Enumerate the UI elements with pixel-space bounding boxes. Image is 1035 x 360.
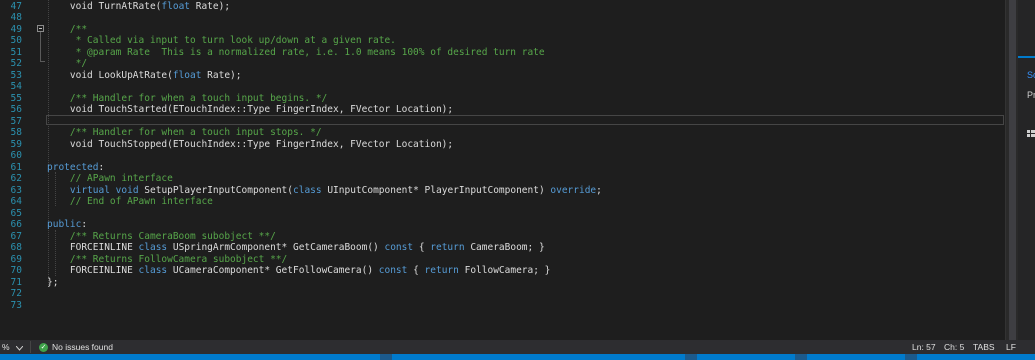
- line-number: 59: [10, 138, 22, 150]
- active-tab-indicator: [1018, 56, 1035, 58]
- line-number: 65: [10, 207, 22, 219]
- code-line[interactable]: void LookUpAtRate(float Rate);: [47, 70, 242, 82]
- line-number: 66: [10, 219, 22, 230]
- outlining-margin: [32, 0, 46, 340]
- properties-icon[interactable]: [1027, 123, 1035, 137]
- code-line[interactable]: * @param Rate This is a normalized rate,…: [47, 47, 545, 59]
- outline-line: [40, 32, 41, 61]
- status-segment: [380, 354, 392, 360]
- line-number: 48: [10, 12, 22, 23]
- line-ending-indicator[interactable]: LF: [1006, 342, 1016, 352]
- line-number: 72: [10, 288, 22, 299]
- status-segment: [905, 354, 917, 360]
- code-line[interactable]: /** Returns CameraBoom subobject **/: [47, 231, 276, 243]
- code-line[interactable]: void TurnAtRate(float Rate);: [47, 1, 230, 13]
- code-line[interactable]: void TouchStarted(ETouchIndex::Type Fing…: [47, 104, 453, 116]
- line-number: 73: [10, 299, 22, 311]
- code-line[interactable]: /**: [47, 24, 87, 36]
- main-status-strip: [0, 354, 1035, 360]
- line-number: 57: [10, 115, 22, 127]
- current-line-highlight: [46, 115, 1004, 125]
- line-number: 47: [10, 0, 22, 12]
- editor-status-bar: % ✓ No issues found Ln: 57 Ch: 5 TABS LF: [0, 340, 1035, 354]
- horizontal-scrollbar[interactable]: [0, 326, 1005, 340]
- code-line[interactable]: void TouchStopped(ETouchIndex::Type Fing…: [47, 139, 453, 151]
- line-number-gutter: 47 48 49 50 51 52 53 54 55 56 57 58 59 60 61 62 63 64 65 66…: [0, 0, 32, 340]
- status-segment: [795, 354, 807, 360]
- column-indicator[interactable]: Ch: 5: [944, 342, 964, 352]
- properties-tab[interactable]: Pr: [1027, 90, 1035, 100]
- code-line[interactable]: };: [47, 277, 58, 289]
- line-number: 71: [10, 276, 22, 288]
- line-number: 63: [10, 184, 22, 196]
- line-number: 49: [10, 23, 22, 35]
- code-line[interactable]: * Called via input to turn look up/down …: [47, 35, 396, 47]
- line-number: 67: [10, 230, 22, 242]
- line-number: 54: [10, 81, 22, 92]
- line-number: 58: [10, 127, 22, 138]
- scrollbar-thumb[interactable]: [1009, 0, 1016, 340]
- code-line[interactable]: /** Handler for when a touch input begin…: [47, 93, 327, 105]
- line-number: 52: [10, 58, 22, 69]
- code-line[interactable]: virtual void SetupPlayerInputComponent(c…: [47, 185, 602, 197]
- code-line[interactable]: FORCEINLINE class USpringArmComponent* G…: [47, 242, 545, 254]
- solution-explorer-panel: Sc Pr: [1018, 0, 1035, 360]
- code-line[interactable]: // APawn interface: [47, 173, 173, 185]
- line-number: 68: [10, 242, 22, 253]
- divider: [30, 341, 31, 353]
- line-number: 55: [10, 92, 22, 104]
- check-circle-icon: ✓: [39, 343, 48, 352]
- line-number: 64: [10, 196, 22, 207]
- status-segment: [685, 354, 697, 360]
- line-number: 70: [10, 265, 22, 276]
- line-number: 53: [10, 69, 22, 81]
- code-line[interactable]: */: [47, 58, 87, 70]
- line-number: 60: [10, 150, 22, 161]
- code-editor[interactable]: 47 48 49 50 51 52 53 54 55 56 57 58 59 60 61 62 63 64 65 66…: [0, 0, 1005, 340]
- zoom-level[interactable]: %: [2, 342, 10, 352]
- line-number: 56: [10, 104, 22, 115]
- code-line[interactable]: FORCEINLINE class UCameraComponent* GetF…: [47, 265, 551, 277]
- chevron-down-icon[interactable]: [15, 343, 24, 353]
- line-number: 69: [10, 253, 22, 265]
- solution-explorer-tab[interactable]: Sc: [1027, 70, 1035, 80]
- collapse-comment-icon[interactable]: [37, 25, 44, 32]
- code-line[interactable]: // End of APawn interface: [47, 196, 213, 208]
- line-number: 62: [10, 173, 22, 184]
- code-line[interactable]: public:: [47, 219, 87, 231]
- line-number: 61: [10, 161, 22, 173]
- code-line[interactable]: protected:: [47, 162, 104, 174]
- indentation-indicator[interactable]: TABS: [973, 342, 995, 352]
- code-line[interactable]: /** Returns FollowCamera subobject **/: [47, 254, 287, 266]
- line-number: 50: [10, 35, 22, 46]
- issues-status[interactable]: No issues found: [52, 342, 113, 352]
- line-number: 51: [10, 46, 22, 58]
- line-indicator[interactable]: Ln: 57: [912, 342, 936, 352]
- outline-end: [40, 61, 45, 62]
- code-line[interactable]: /** Handler for when a touch input stops…: [47, 127, 322, 139]
- vertical-scrollbar[interactable]: [1005, 0, 1019, 340]
